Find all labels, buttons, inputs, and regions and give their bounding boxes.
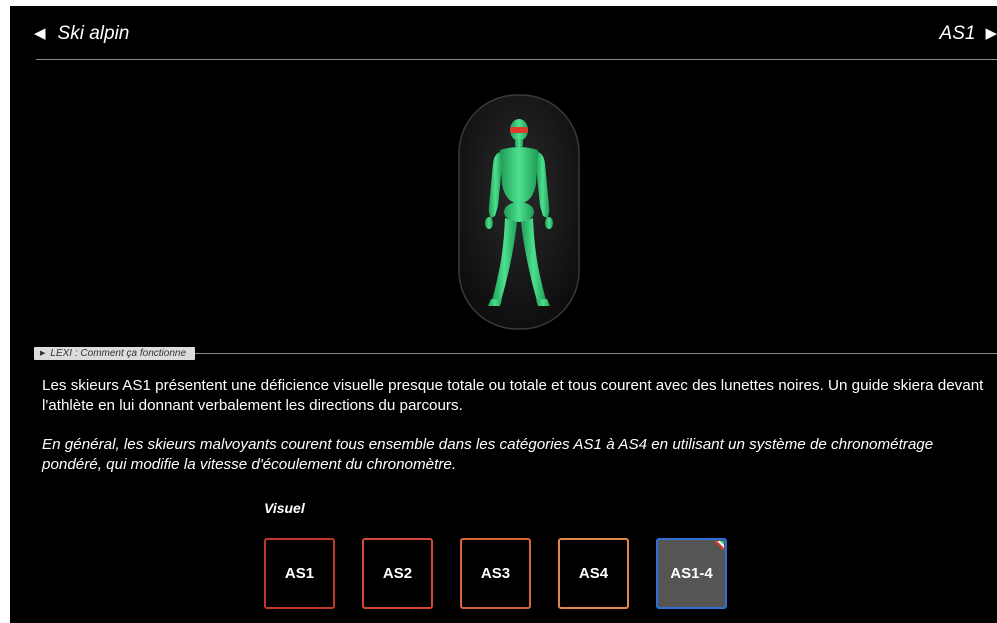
class-button-as3[interactable]: AS3 [460,538,531,609]
corner-flag-icon [714,541,724,551]
class-button-as4[interactable]: AS4 [558,538,629,609]
nav-next-button[interactable]: AS1 ▶ [940,23,997,45]
triangle-right-icon: ▶ [985,25,997,42]
description: Les skieurs AS1 présentent une déficienc… [42,376,997,475]
nav-prev-label: Ski alpin [57,23,130,44]
class-button-label: AS1 [284,565,315,582]
lexi-label: LEXI : Comment ça fonctionne [50,348,187,359]
class-button-as1[interactable]: AS1 [264,538,335,609]
body-figure [458,94,580,330]
expand-triangle-icon: ▶ [40,350,46,357]
triangle-left-icon: ◀ [34,25,46,42]
class-button-label: AS3 [480,565,511,582]
description-paragraph: Les skieurs AS1 présentent une déficienc… [42,377,984,414]
nav-next-label: AS1 [939,23,976,44]
eye-band [510,127,528,133]
class-button-label: AS4 [578,565,609,582]
class-button-label: AS2 [382,565,413,582]
class-button-label: AS1-4 [670,565,713,582]
class-button-as2[interactable]: AS2 [362,538,433,609]
class-button-as1-4[interactable]: AS1-4 [656,538,727,609]
group-label: Visuel [264,500,305,516]
lexi-bar: ▶ LEXI : Comment ça fonctionne [34,347,997,360]
nav-prev-button[interactable]: ◀ Ski alpin [34,23,129,45]
lexi-toggle[interactable]: ▶ LEXI : Comment ça fonctionne [34,347,196,360]
description-note: En général, les skieurs malvoyants coure… [42,436,934,473]
app-frame: ◀ Ski alpin AS1 ▶ ▶ LEXI: Comment ça fo… [10,6,997,623]
header-divider [36,59,997,60]
header: ◀ Ski alpin AS1 ▶ [10,6,997,60]
